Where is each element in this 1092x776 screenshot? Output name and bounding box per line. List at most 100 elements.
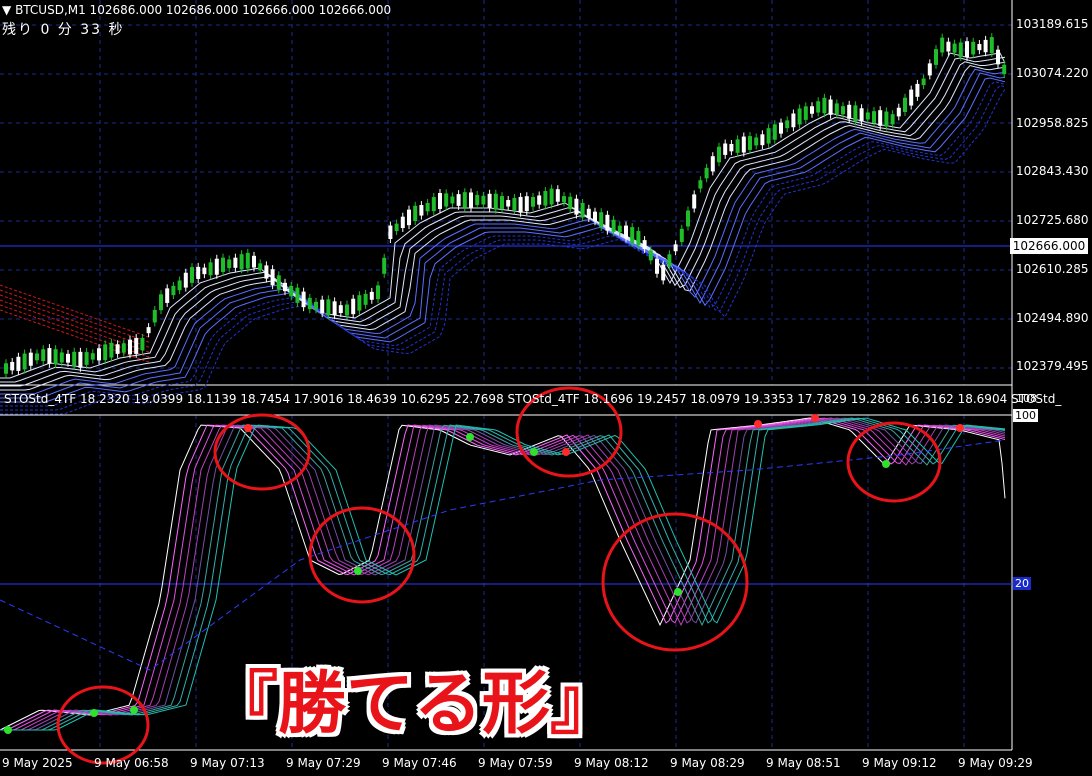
candle-body [574, 198, 579, 215]
symbol-header: ▼ BTCUSD,M1 102686.000 102686.000 102666… [2, 3, 391, 17]
sell-dot [562, 448, 570, 456]
candle-body [190, 267, 194, 283]
candle-body [611, 219, 616, 232]
time-label: 9 May 07:59 [478, 756, 553, 770]
candle-body [698, 180, 703, 189]
candle-body [264, 265, 269, 279]
ma-band-line [0, 284, 151, 338]
candle-body [239, 254, 244, 270]
candle-body [791, 113, 796, 128]
level-20-label: 20 [1013, 577, 1031, 590]
candle-body [320, 299, 325, 314]
candle-body [332, 301, 337, 316]
candle-body [537, 195, 542, 205]
candle-body [822, 97, 827, 114]
buy-dot [882, 460, 890, 468]
candle-body [772, 124, 777, 140]
candle-body [16, 356, 21, 371]
candle-body [388, 225, 393, 240]
candle-body [593, 211, 597, 222]
candle-body [252, 255, 256, 268]
candle-body [555, 189, 560, 202]
candle-body [4, 363, 8, 374]
candle-body [407, 209, 411, 226]
candle-body [754, 137, 759, 146]
candle-body [202, 267, 207, 275]
candle-body [810, 106, 814, 114]
candle-body [648, 250, 653, 261]
candle-body [301, 291, 306, 308]
candle-body [431, 197, 436, 212]
candle-body [549, 188, 554, 205]
candle-body [847, 104, 852, 119]
candle-body [134, 338, 139, 354]
sell-dot [956, 424, 964, 432]
candle-body [958, 42, 963, 57]
dropdown-triangle-icon[interactable]: ▼ [2, 3, 11, 17]
candle-body [500, 196, 504, 209]
candle-body [748, 136, 752, 150]
candle-body [53, 349, 58, 365]
candle-body [890, 114, 895, 125]
candle-body [679, 228, 684, 242]
candle-body [741, 136, 746, 153]
candle-body [90, 353, 95, 360]
candle-body [921, 78, 926, 86]
price-label: 102958.825 [1016, 116, 1089, 130]
candle-body [989, 37, 994, 53]
price-label: 103189.615 [1016, 17, 1089, 31]
candle-body [338, 305, 343, 314]
subwindow-max-label: 108 [1016, 392, 1037, 405]
candle-body [952, 43, 957, 53]
candle-body [568, 196, 573, 210]
price-label: 102379.495 [1016, 359, 1089, 373]
time-label: 9 May 06:58 [94, 756, 169, 770]
candle-body [853, 105, 858, 122]
candle-body [394, 223, 399, 232]
candle-body [766, 128, 771, 144]
candle-body [78, 351, 83, 368]
candle-body [276, 275, 281, 290]
buy-dot [4, 726, 12, 734]
candle-body [35, 353, 39, 361]
buy-dot [90, 709, 98, 717]
candle-body [977, 44, 982, 51]
candle-body [413, 205, 418, 222]
time-label: 9 May 09:29 [958, 756, 1033, 770]
candle-body [326, 299, 331, 316]
price-label: 103074.220 [1016, 66, 1089, 80]
candle-body [803, 106, 808, 120]
buy-dot [530, 448, 538, 456]
candle-body [723, 143, 728, 155]
candle-body [475, 194, 480, 206]
candle-body [655, 258, 659, 274]
candle-body [735, 139, 740, 153]
candle-body [878, 110, 883, 126]
candle-body [909, 89, 914, 106]
candle-body [884, 111, 889, 127]
ma-band-line [0, 52, 1006, 379]
candle-body [28, 352, 33, 366]
highlight-circle [56, 685, 150, 765]
candle-body [41, 349, 46, 362]
candle-body [22, 353, 27, 370]
candle-body [946, 41, 951, 52]
candle-body [605, 214, 610, 231]
candle-body [363, 293, 368, 305]
time-label: 9 May 08:12 [574, 756, 649, 770]
candle-body [66, 353, 70, 363]
candle-body [531, 197, 535, 207]
candle-body [512, 198, 517, 211]
candle-body [580, 202, 585, 218]
candle-body [896, 107, 901, 117]
sell-dot [244, 424, 252, 432]
candle-body [270, 269, 275, 286]
price-label: 102494.890 [1016, 311, 1089, 325]
indicator-header: STOStd_4TF 18.2320 19.0399 18.1139 18.74… [4, 392, 1062, 406]
candle-body [400, 216, 405, 229]
candle-body [10, 361, 15, 371]
candle-body [686, 210, 690, 227]
symbol-quote: BTCUSD,M1 102686.000 102686.000 102666.0… [15, 3, 392, 17]
candle-body [915, 83, 920, 97]
candle-body [165, 288, 170, 303]
